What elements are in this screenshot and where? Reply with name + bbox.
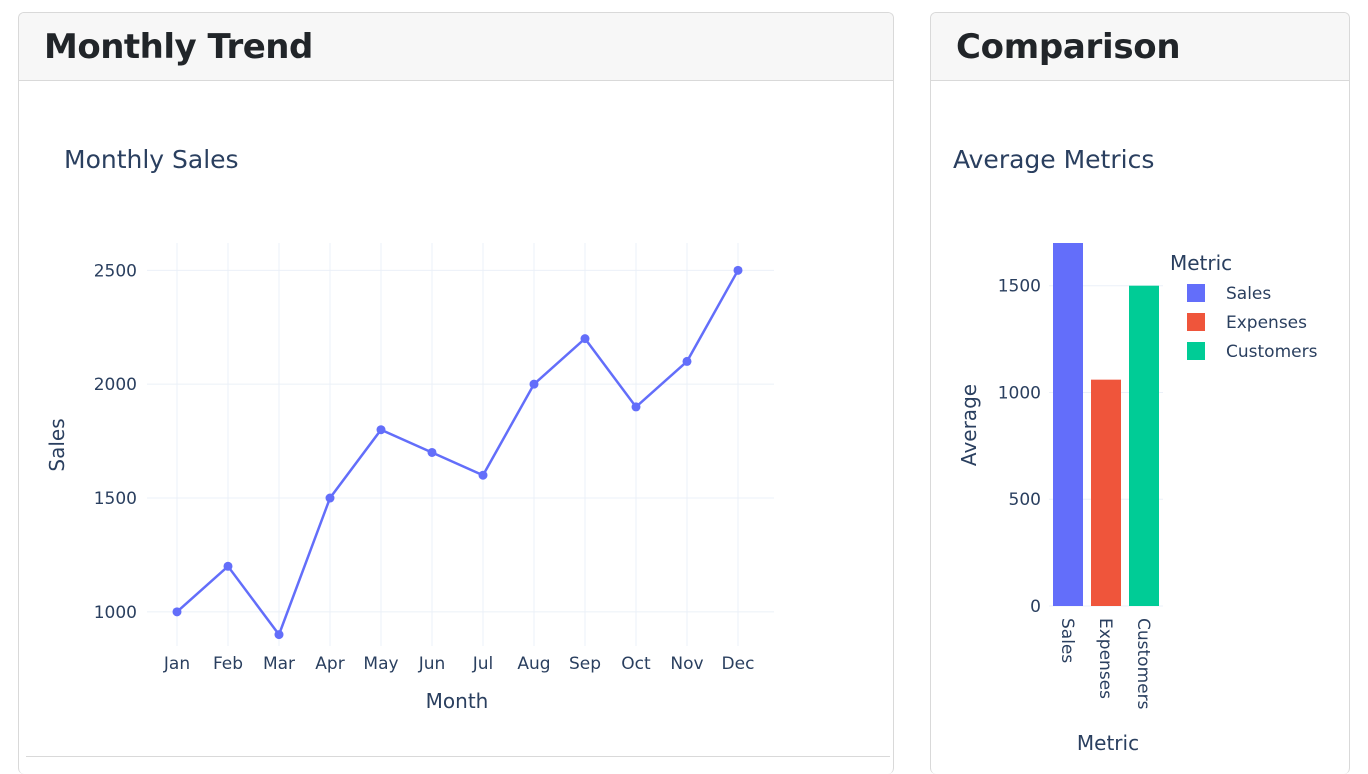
- average-metrics-chart: Average Metrics 0 500 1000 1500 Sales Expens…: [953, 145, 1318, 755]
- bar-sales[interactable]: [1053, 243, 1083, 606]
- legend-swatch: [1187, 284, 1205, 302]
- x-tick-label: May: [363, 654, 398, 674]
- legend-label: Sales: [1226, 284, 1271, 304]
- y-tick-label: 0: [1030, 597, 1041, 617]
- x-tick-label: Mar: [263, 654, 295, 674]
- sales-point[interactable]: [325, 493, 335, 503]
- x-tick-label: Expenses: [1095, 618, 1115, 699]
- sales-point[interactable]: [580, 334, 590, 344]
- bar-customers[interactable]: [1129, 285, 1159, 606]
- sales-line: [176, 269, 740, 638]
- bar-expenses[interactable]: [1091, 379, 1121, 606]
- comparison-title: Comparison: [956, 26, 1181, 67]
- y-tick-label: 2000: [94, 375, 137, 395]
- legend-swatch: [1187, 313, 1205, 331]
- x-tick-label: Aug: [517, 654, 550, 674]
- legend-label: Customers: [1226, 342, 1318, 362]
- y-tick-label: 1000: [94, 603, 137, 623]
- x-tick-label: Apr: [315, 654, 344, 674]
- monthly-sales-chart: Monthly Sales 1000 1500 2000 2500 Jan Feb Mar…: [45, 145, 774, 713]
- sales-point[interactable]: [274, 630, 284, 640]
- x-tick-label: Dec: [722, 654, 755, 674]
- monthly-trend-header: Monthly Trend: [19, 13, 893, 81]
- sales-point[interactable]: [631, 402, 641, 412]
- x-tick-label: Customers: [1133, 618, 1153, 710]
- monthly-sales-chart-area: Monthly Sales 1000 1500 2000 2500 Jan Feb Mar…: [19, 81, 893, 774]
- x-axis-title: Month: [426, 689, 489, 713]
- x-tick-label: Jan: [163, 654, 190, 674]
- y-tick-label: 1500: [998, 277, 1041, 297]
- x-tick-label: Sep: [569, 654, 601, 674]
- sales-point[interactable]: [427, 447, 437, 457]
- x-tick-label: Jul: [472, 654, 494, 674]
- chart-title: Monthly Sales: [64, 145, 239, 174]
- y-tick-label: 1500: [94, 489, 137, 509]
- y-tick-label: 500: [1009, 490, 1041, 510]
- y-axis-title: Sales: [45, 418, 69, 471]
- bottom-divider: [26, 756, 890, 757]
- monthly-trend-title: Monthly Trend: [44, 26, 313, 67]
- comparison-header: Comparison: [931, 13, 1349, 81]
- x-tick-label: Feb: [213, 654, 243, 674]
- x-tick-label: Nov: [670, 654, 703, 674]
- x-tick-label: Sales: [1057, 618, 1077, 663]
- sales-point[interactable]: [223, 561, 233, 571]
- y-axis-title: Average: [957, 384, 981, 466]
- sales-point[interactable]: [376, 425, 386, 435]
- comparison-card: Comparison Average Metrics 0 500 1000 1500 …: [930, 12, 1350, 774]
- sales-point[interactable]: [682, 356, 692, 366]
- y-tick-label: 2500: [94, 261, 137, 281]
- y-tick-label: 1000: [998, 383, 1041, 403]
- average-metrics-chart-area: Average Metrics 0 500 1000 1500 Sales Expens…: [931, 81, 1349, 774]
- legend-title: Metric: [1170, 251, 1232, 275]
- monthly-trend-card: Monthly Trend Monthly Sales 1000 1500 2000…: [18, 12, 894, 774]
- x-tick-label: Jun: [418, 654, 446, 674]
- legend-swatch: [1187, 342, 1205, 360]
- sales-point[interactable]: [478, 470, 488, 480]
- sales-point[interactable]: [529, 379, 539, 389]
- chart-title: Average Metrics: [953, 145, 1154, 174]
- x-axis-title: Metric: [1077, 731, 1139, 755]
- sales-point[interactable]: [733, 265, 743, 275]
- legend-label: Expenses: [1226, 313, 1307, 333]
- x-tick-label: Oct: [621, 654, 651, 674]
- sales-point[interactable]: [172, 607, 182, 617]
